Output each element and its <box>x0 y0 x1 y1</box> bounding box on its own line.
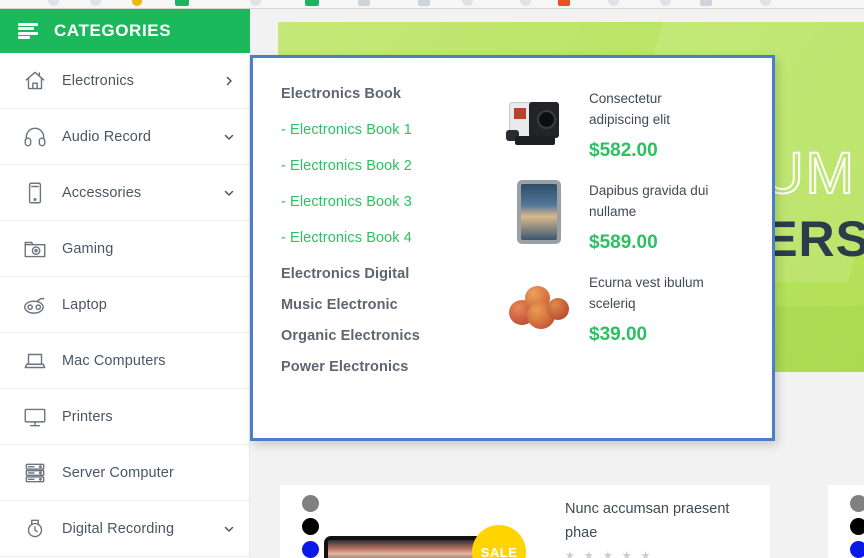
sidebar-item-server-computer[interactable]: Server Computer <box>0 445 249 501</box>
electronics-mega-menu[interactable]: Electronics Book - Electronics Book 1 - E… <box>250 55 775 441</box>
mega-menu-product[interactable]: Consectetur adipiscing elit $582.00 <box>503 84 758 162</box>
laptop-thumbnail <box>324 536 496 558</box>
bookmark-icon-9[interactable] <box>462 0 473 6</box>
swatch-blue[interactable] <box>302 541 319 558</box>
mega-menu-products-column: Consectetur adipiscing elit $582.00 Dapibu… <box>503 58 772 438</box>
mega-menu-product[interactable]: Ecurna vest ibulum sceleriq $39.00 <box>503 268 758 346</box>
chevron-down-icon[interactable] <box>223 187 235 199</box>
sidebar-item-label: Gaming <box>62 240 114 257</box>
mega-menu-product-title: Ecurna vest ibulum sceleriq <box>589 275 704 311</box>
mega-menu-product-price: $39.00 <box>589 324 648 345</box>
watch-icon <box>20 514 50 544</box>
product-card-title: Nunc accumsan praesent phae <box>565 501 730 541</box>
bookmark-icon-8[interactable] <box>418 0 430 6</box>
mega-menu-product-price: $589.00 <box>589 232 658 253</box>
chevron-down-icon[interactable] <box>223 523 235 535</box>
mega-menu-product-info: Consectetur adipiscing elit $582.00 <box>589 84 758 162</box>
phone-icon <box>20 178 50 208</box>
headphones-icon <box>20 122 50 152</box>
bookmark-icon-5[interactable] <box>250 0 261 6</box>
camera-icon <box>20 234 50 264</box>
banner-headline-bottom: ERS <box>764 211 864 267</box>
sidebar-item-label: Digital Recording <box>62 520 175 537</box>
mega-menu-links-column: Electronics Book - Electronics Book 1 - E… <box>253 58 503 438</box>
tablet-thumbnail <box>503 176 575 248</box>
sidebar-item-electronics[interactable]: Electronics <box>0 53 249 109</box>
product-card[interactable] <box>828 485 864 558</box>
mega-menu-link[interactable]: - Electronics Book 1 <box>281 122 503 138</box>
sidebar-item-laptop[interactable]: Laptop <box>0 277 249 333</box>
mega-menu-category[interactable]: Electronics Digital <box>281 266 503 282</box>
mega-menu-link[interactable]: - Electronics Book 4 <box>281 230 503 246</box>
product-card-text: Nunc accumsan praesent phae ★ ★ ★ ★ ★ <box>565 497 755 558</box>
page-root: SUM ERS CATEGORIES Electronics Audio Reco… <box>0 0 864 558</box>
sidebar-item-accessories[interactable]: Accessories <box>0 165 249 221</box>
product-rating-stars: ★ ★ ★ ★ ★ <box>565 550 654 558</box>
mega-menu-category[interactable]: Music Electronic <box>281 297 503 313</box>
bookmark-icon-6[interactable] <box>305 0 319 6</box>
sidebar-item-label: Mac Computers <box>62 352 166 369</box>
categories-header[interactable]: CATEGORIES <box>0 9 250 53</box>
sidebar-item-printers[interactable]: Printers <box>0 389 249 445</box>
bookmark-icon-3[interactable] <box>132 0 142 6</box>
swatch-black[interactable] <box>302 518 319 535</box>
laptop-icon <box>20 346 50 376</box>
color-swatch-group[interactable] <box>850 495 864 558</box>
sidebar-item-digital-recording[interactable]: Digital Recording <box>0 501 249 557</box>
sidebar-item-label: Server Computer <box>62 464 174 481</box>
sidebar-item-label: Printers <box>62 408 113 425</box>
mega-menu-product-title: Consectetur adipiscing elit <box>589 91 671 127</box>
sidebar-item-label: Accessories <box>62 184 142 201</box>
categories-title: CATEGORIES <box>54 21 172 40</box>
sidebar-item-label: Electronics <box>62 72 135 89</box>
action-camera-thumbnail <box>503 84 575 156</box>
mega-menu-product[interactable]: Dapibus gravida dui nullame $589.00 <box>503 176 758 254</box>
bookmark-icon-15[interactable] <box>760 0 771 6</box>
mega-menu-product-title: Dapibus gravida dui nullame <box>589 183 709 219</box>
color-swatch-group[interactable] <box>302 495 319 558</box>
monitor-icon <box>20 402 50 432</box>
mega-menu-link[interactable]: - Electronics Book 2 <box>281 158 503 174</box>
sidebar-item-gaming[interactable]: Gaming <box>0 221 249 277</box>
bookmark-icon-4[interactable] <box>175 0 189 6</box>
chevron-right-icon[interactable] <box>223 75 235 87</box>
mega-menu-link[interactable]: - Electronics Book 3 <box>281 194 503 210</box>
gamepad-icon <box>20 290 50 320</box>
mega-menu-category[interactable]: Organic Electronics <box>281 328 503 344</box>
hamburger-icon[interactable] <box>18 23 38 39</box>
home-icon <box>20 66 50 96</box>
chevron-down-icon[interactable] <box>223 131 235 143</box>
swatch-gray[interactable] <box>850 495 864 512</box>
bookmark-icon-1[interactable] <box>48 0 59 6</box>
bookmark-icon-12[interactable] <box>608 0 619 6</box>
swatch-blue[interactable] <box>850 541 864 558</box>
category-sidebar: Electronics Audio Record Accessories Gaming… <box>0 53 250 558</box>
peaches-thumbnail <box>503 268 575 340</box>
mega-menu-product-info: Ecurna vest ibulum sceleriq $39.00 <box>589 268 758 346</box>
swatch-black[interactable] <box>850 518 864 535</box>
sidebar-item-mac-computers[interactable]: Mac Computers <box>0 333 249 389</box>
sidebar-item-label: Laptop <box>62 296 107 313</box>
sidebar-item-audio-record[interactable]: Audio Record <box>0 109 249 165</box>
browser-bookmark-bar[interactable] <box>0 0 864 9</box>
bookmark-icon-10[interactable] <box>520 0 531 6</box>
server-icon <box>20 458 50 488</box>
laptop-screen <box>328 540 492 558</box>
sale-badge: SALE <box>472 525 526 558</box>
mega-menu-product-price: $582.00 <box>589 140 658 161</box>
bookmark-icon-7[interactable] <box>358 0 370 6</box>
bookmark-icon-2[interactable] <box>90 0 101 6</box>
mega-heading: Electronics Book <box>281 86 402 102</box>
bookmark-icon-14[interactable] <box>700 0 712 6</box>
bookmark-icon-11[interactable] <box>558 0 570 6</box>
bookmark-icon-13[interactable] <box>660 0 671 6</box>
swatch-gray[interactable] <box>302 495 319 512</box>
mega-menu-product-info: Dapibus gravida dui nullame $589.00 <box>589 176 758 254</box>
mega-menu-category[interactable]: Power Electronics <box>281 359 503 375</box>
product-card[interactable]: SALE Nunc accumsan praesent phae ★ ★ ★ ★… <box>280 485 770 558</box>
sidebar-item-label: Audio Record <box>62 128 152 145</box>
